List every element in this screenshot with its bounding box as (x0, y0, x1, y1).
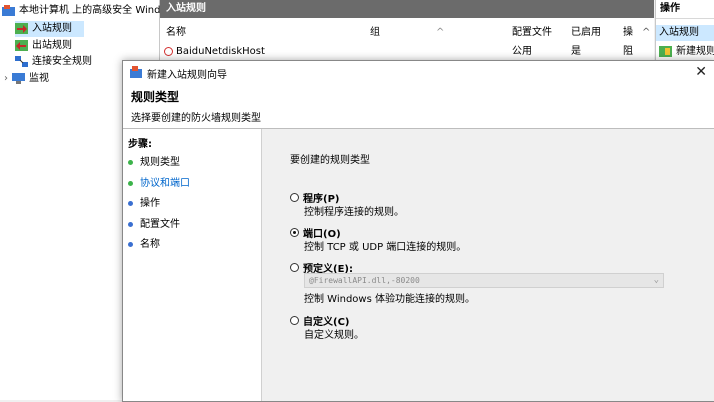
option-desc: 控制 TCP 或 UDP 端口连接的规则。 (304, 242, 467, 253)
tree-item-outbound[interactable]: 出站规则 (15, 38, 72, 54)
outbound-rules-icon (15, 39, 28, 51)
new-rule-label: 新建规则 (676, 46, 714, 57)
step-done-icon (128, 159, 133, 165)
rules-pane-title: 入站规则 (160, 0, 654, 18)
step-current-icon (128, 180, 133, 186)
tree-item-inbound[interactable]: 入站规则 (15, 21, 84, 37)
connection-security-icon (15, 55, 28, 67)
step-pending-icon (128, 200, 133, 206)
option-custom[interactable]: 自定义(C) 自定义规则。 (290, 313, 364, 341)
radio-program[interactable] (290, 193, 299, 202)
step-protocol-port[interactable]: 协议和端口 (128, 176, 190, 192)
steps-title: 步骤: (128, 139, 152, 150)
rule-profile: 公用 (512, 46, 532, 57)
step-label: 名称 (140, 239, 160, 250)
predefined-select[interactable]: @FirewallAPI.dll,-80200 ⌄ (304, 273, 664, 288)
rule-enabled: 是 (571, 46, 581, 57)
tree-item-monitor[interactable]: › 监视 (4, 71, 49, 87)
step-name[interactable]: 名称 (128, 237, 160, 253)
chevron-down-icon: ⌄ (653, 275, 659, 285)
rule-name: BaiduNetdiskHost (176, 46, 265, 57)
table-row[interactable]: BaiduNetdiskHost (164, 44, 265, 60)
actions-title: 操作 (656, 0, 714, 19)
tree-item-label: 出站规则 (32, 40, 72, 51)
option-program[interactable]: 程序(P) 控制程序连接的规则。 (290, 190, 404, 218)
firewall-icon (2, 4, 15, 16)
steps-panel: 步骤: 规则类型 协议和端口 操作 配置文件 名称 (123, 129, 262, 401)
chevron-right-icon[interactable]: › (4, 71, 12, 87)
option-port[interactable]: 端口(O) 控制 TCP 或 UDP 端口连接的规则。 (290, 225, 466, 253)
wizard-icon (130, 66, 142, 78)
tree-item-label: 入站规则 (32, 23, 72, 34)
rule-type-question: 要创建的规则类型 (290, 155, 370, 166)
tree-item-label: 连接安全规则 (32, 56, 92, 67)
step-profile[interactable]: 配置文件 (128, 217, 180, 233)
inbound-rules-icon (15, 22, 28, 34)
radio-predefined[interactable] (290, 263, 299, 272)
page-heading: 规则类型 (131, 90, 180, 104)
close-icon[interactable]: ✕ (695, 63, 707, 81)
step-pending-icon (128, 241, 133, 247)
new-inbound-rule-wizard: 新建入站规则向导 ✕ 规则类型 选择要创建的防火墙规则类型 步骤: 规则类型 协… (122, 60, 714, 402)
step-rule-type[interactable]: 规则类型 (128, 155, 180, 171)
step-label: 配置文件 (140, 219, 180, 230)
scroll-up-icon[interactable]: ^ (642, 25, 650, 41)
wizard-titlebar[interactable]: 新建入站规则向导 ✕ (123, 61, 714, 85)
radio-custom[interactable] (290, 316, 299, 325)
option-desc: 自定义规则。 (304, 330, 364, 341)
step-label: 协议和端口 (140, 178, 190, 189)
rule-action: 阻 (623, 46, 633, 57)
step-action[interactable]: 操作 (128, 196, 160, 212)
tree-root[interactable]: 本地计算机 上的高级安全 Wind (2, 3, 161, 19)
actions-section[interactable]: 入站规则 (656, 25, 714, 41)
tree-item-label: 监视 (29, 73, 49, 84)
column-enabled[interactable]: 已启用 (571, 25, 601, 41)
block-icon (164, 46, 173, 56)
option-desc: 控制程序连接的规则。 (304, 207, 404, 218)
rule-type-panel: 要创建的规则类型 程序(P) 控制程序连接的规则。 端口(O) 控制 TCP 或… (262, 129, 714, 401)
column-action[interactable]: 操 (623, 25, 633, 41)
predefined-select-value: @FirewallAPI.dll,-80200 (309, 276, 420, 285)
radio-port[interactable] (290, 228, 299, 237)
step-pending-icon (128, 221, 133, 227)
sort-up-icon: ^ (436, 27, 445, 38)
column-group[interactable]: 组 (370, 25, 380, 41)
wizard-title: 新建入站规则向导 (147, 70, 227, 81)
step-label: 操作 (140, 198, 160, 209)
option-predefined[interactable]: 预定义(E): @FirewallAPI.dll,-80200 ⌄ 控制 Wind… (290, 260, 664, 305)
column-profile[interactable]: 配置文件 (512, 25, 552, 41)
new-rule-action[interactable]: 新建规则 (659, 44, 714, 60)
tree-root-label: 本地计算机 上的高级安全 Wind (19, 5, 161, 16)
step-label: 规则类型 (140, 157, 180, 168)
monitor-icon (12, 72, 25, 84)
option-desc: 控制 Windows 体验功能连接的规则。 (304, 294, 475, 305)
column-name[interactable]: 名称 (166, 25, 186, 41)
page-subtitle: 选择要创建的防火墙规则类型 (131, 113, 261, 124)
new-rule-icon (659, 45, 672, 57)
tree-item-connection-security[interactable]: 连接安全规则 (15, 54, 92, 70)
